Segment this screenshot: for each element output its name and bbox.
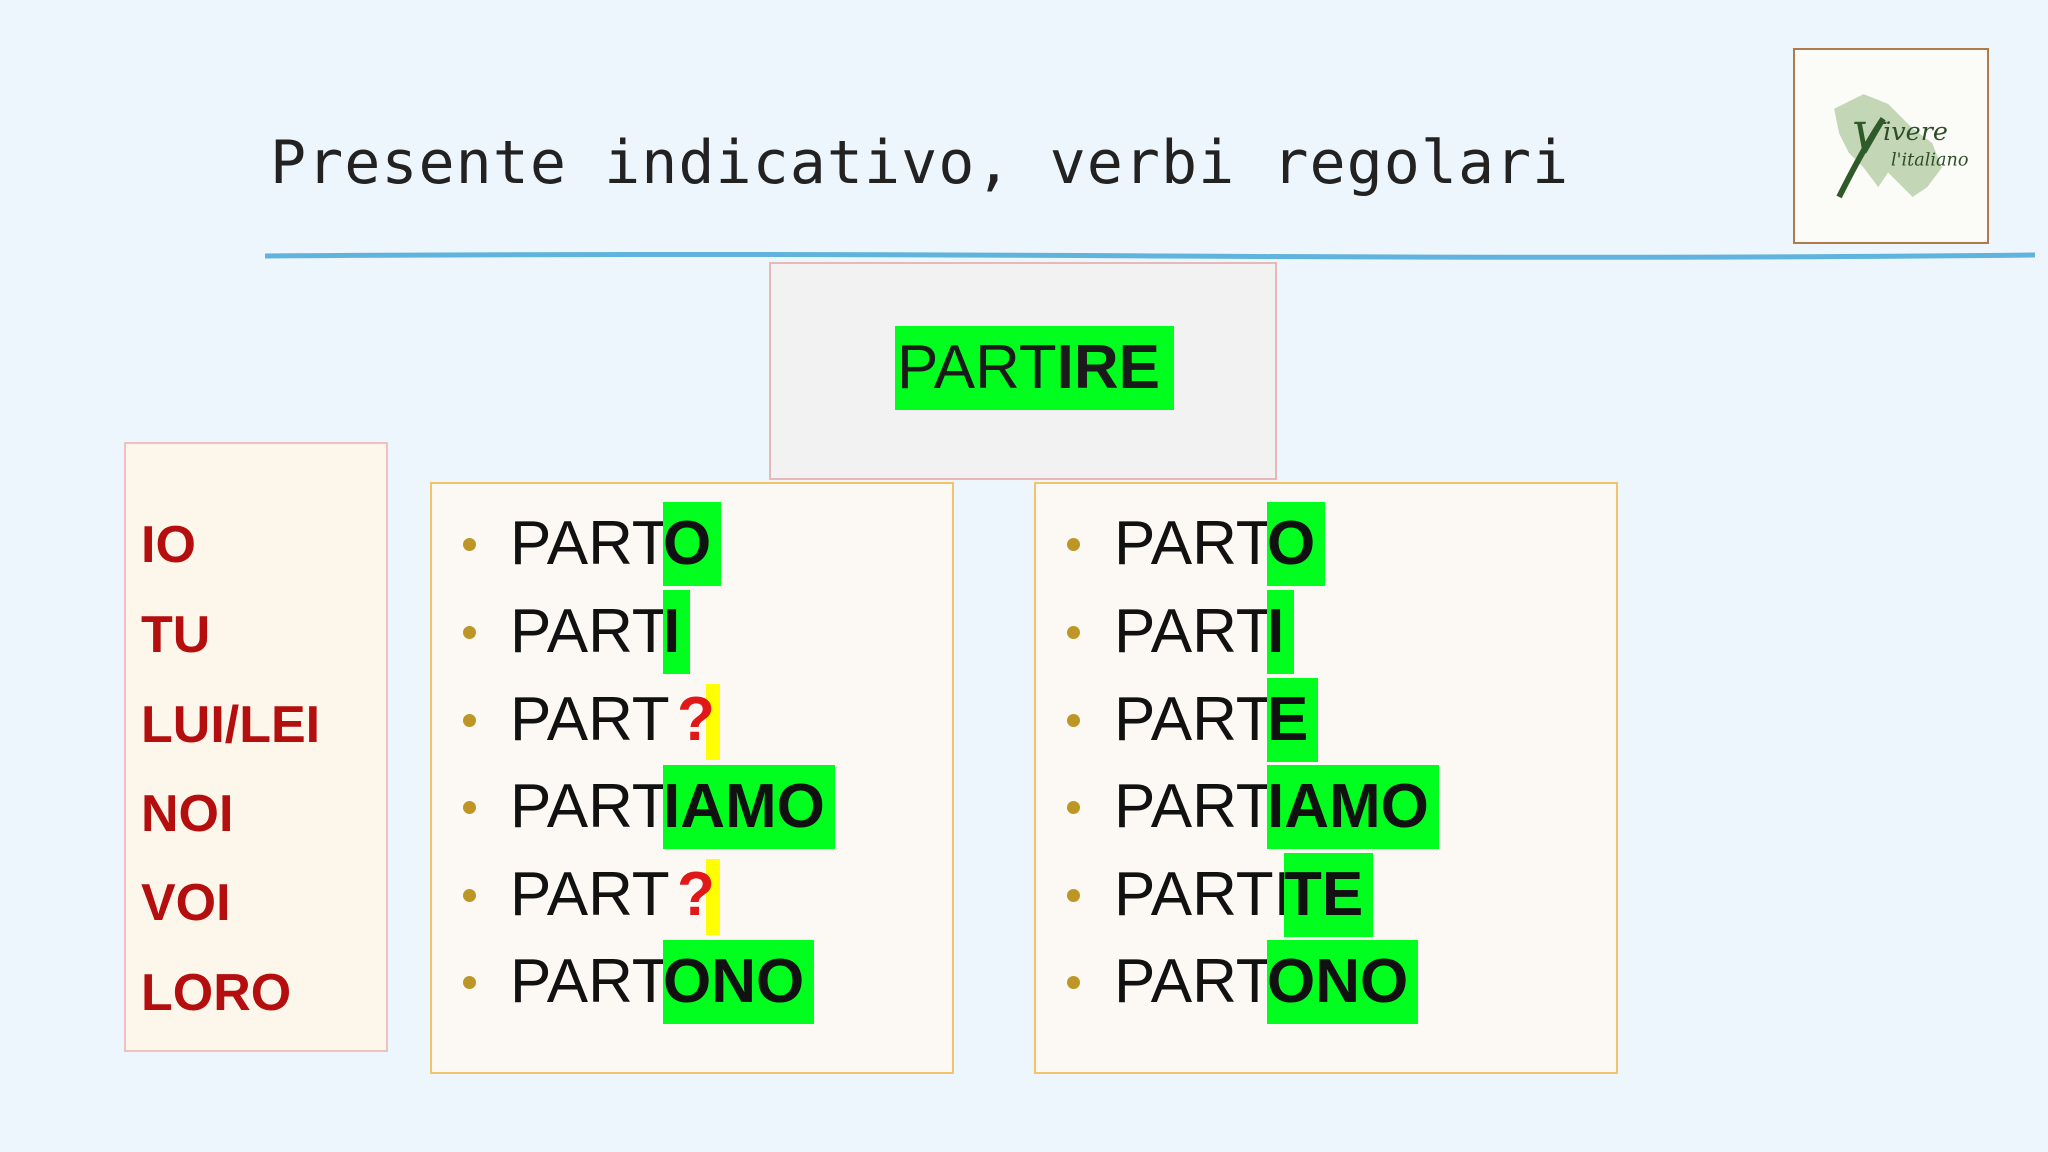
verb-ending: O: [1267, 502, 1326, 586]
verb-stem: PART: [1114, 685, 1274, 754]
verb-stem: PART: [1114, 947, 1274, 1016]
bullet: [463, 538, 476, 551]
verb-stem: PART: [510, 685, 670, 754]
verb-ending: I: [1267, 590, 1295, 674]
question-mark: ?: [677, 685, 715, 754]
verb-ending: TE: [1284, 853, 1374, 937]
verb-ending: ONO: [1267, 940, 1419, 1024]
svg-text:V: V: [1852, 114, 1887, 164]
verb-stem: PARTI: [1114, 860, 1291, 929]
verb-ending: ONO: [663, 940, 815, 1024]
pronoun-loro: LORO: [141, 964, 292, 1022]
infinitive-verb: PARTIRE: [895, 326, 1174, 410]
verb-ending: IAMO: [663, 765, 835, 849]
pronoun-noi: NOI: [141, 785, 234, 843]
bullet: [463, 714, 476, 727]
bullet: [1067, 889, 1080, 902]
verb-ending: I: [663, 590, 691, 674]
infinitive-stem: PART: [897, 333, 1057, 402]
verb-ending: IAMO: [1267, 765, 1439, 849]
verb-stem: PART: [510, 597, 670, 666]
pronoun-io: IO: [141, 516, 196, 574]
svg-text:ivere: ivere: [1883, 117, 1948, 147]
verb-stem: PART: [1114, 772, 1274, 841]
pronoun-lui-lei: LUI/LEI: [141, 696, 321, 754]
bullet: [463, 889, 476, 902]
infinitive-ending: IRE: [1056, 333, 1160, 402]
verb-ending: O: [663, 502, 722, 586]
bullet: [1067, 976, 1080, 989]
verb-stem: PART: [1114, 597, 1274, 666]
verb-stem: PART: [510, 772, 670, 841]
vivere-litaliano-logo: V ivere l'italiano: [1793, 48, 1989, 244]
bullet: [463, 626, 476, 639]
pronoun-tu: TU: [141, 606, 211, 664]
bullet: [1067, 714, 1080, 727]
question-mark: ?: [677, 860, 715, 929]
verb-stem: PART: [1114, 509, 1274, 578]
bullet: [463, 976, 476, 989]
bullet: [463, 801, 476, 814]
title-divider: [265, 252, 2035, 260]
pronoun-voi: VOI: [141, 874, 231, 932]
bullet: [1067, 801, 1080, 814]
verb-stem: PART: [510, 947, 670, 1016]
verb-ending: E: [1267, 678, 1319, 762]
logo-image: V ivere l'italiano: [1834, 94, 1968, 199]
svg-text:l'italiano: l'italiano: [1891, 151, 1968, 171]
bullet: [1067, 626, 1080, 639]
verb-stem: PART: [510, 860, 670, 929]
slide-title: Presente indicativo, verbi regolari: [270, 128, 1570, 198]
bullet: [1067, 538, 1080, 551]
verb-stem: PART: [510, 509, 670, 578]
